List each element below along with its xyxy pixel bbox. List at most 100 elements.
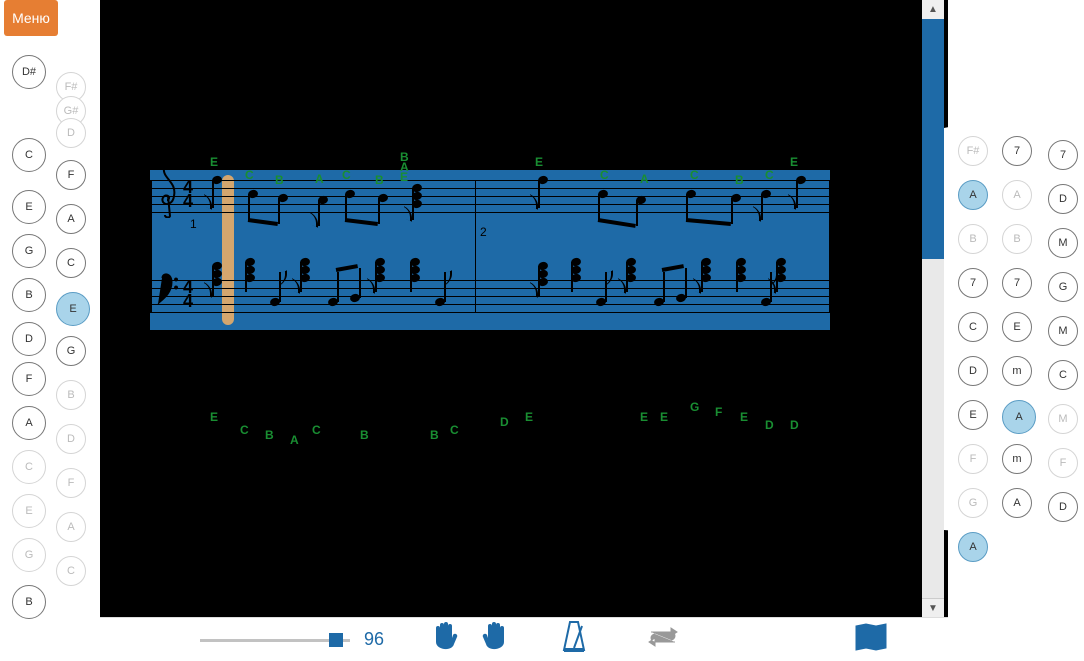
note-letter: B [265, 428, 274, 442]
note-letter: C [240, 423, 249, 437]
note-letter: D [765, 418, 774, 432]
left-hand-icon[interactable] [430, 620, 462, 659]
right-btn-0-1[interactable]: A [958, 180, 988, 210]
timesig-bottom: 4 [183, 294, 193, 308]
right-btn-0-2[interactable]: B [958, 224, 988, 254]
right-btn-0-6[interactable]: E [958, 400, 988, 430]
left-note-e[interactable]: E [12, 494, 46, 528]
note-letter: E [535, 155, 543, 169]
right-btn-1-8[interactable]: A [1002, 488, 1032, 518]
left-note-inner-b[interactable]: B [56, 380, 86, 410]
right-panel-bg [944, 0, 1084, 620]
left-note-d#[interactable]: D# [12, 55, 46, 89]
right-btn-2-6[interactable]: M [1048, 404, 1078, 434]
note-letter: C [765, 168, 774, 182]
barline [475, 180, 476, 312]
right-btn-0-0[interactable]: F# [958, 136, 988, 166]
left-note-g[interactable]: G [12, 234, 46, 268]
note-letter: E [790, 155, 798, 169]
note-letter: B [360, 428, 369, 442]
right-btn-1-2[interactable]: B [1002, 224, 1032, 254]
menu-button[interactable]: Меню [4, 0, 58, 36]
right-btn-2-8[interactable]: D [1048, 492, 1078, 522]
left-note-inner-d[interactable]: D [56, 118, 86, 148]
bass-timesig: 4 4 [183, 280, 193, 308]
note-letter: C [245, 168, 254, 182]
note-letter: G [690, 400, 699, 414]
right-btn-0-7[interactable]: F [958, 444, 988, 474]
left-note-f[interactable]: F [12, 362, 46, 396]
left-note-e[interactable]: E [12, 190, 46, 224]
note-letter: E [525, 410, 533, 424]
left-note-c[interactable]: C [12, 138, 46, 172]
note-letter: C [342, 168, 351, 182]
menu-label: Меню [12, 10, 50, 26]
scroll-up-button[interactable]: ▲ [922, 0, 944, 20]
right-btn-2-2[interactable]: M [1048, 228, 1078, 258]
left-note-inner-a[interactable]: A [56, 512, 86, 542]
note-letter: C [690, 168, 699, 182]
left-note-inner-c[interactable]: C [56, 248, 86, 278]
scroll-thumb[interactable] [922, 19, 944, 259]
left-note-inner-f[interactable]: F [56, 468, 86, 498]
note-letter: C [312, 423, 321, 437]
left-note-inner-d[interactable]: D [56, 424, 86, 454]
left-note-inner-a[interactable]: A [56, 204, 86, 234]
treble-clef-icon [156, 162, 182, 229]
note-letter: F [715, 405, 722, 419]
right-btn-0-8[interactable]: G [958, 488, 988, 518]
left-note-b[interactable]: B [12, 278, 46, 312]
slider-track [200, 639, 350, 642]
right-btn-0-9[interactable]: A [958, 532, 988, 562]
left-note-g[interactable]: G [12, 538, 46, 572]
left-note-d[interactable]: D [12, 322, 46, 356]
chevron-down-icon: ▼ [928, 603, 938, 614]
right-btn-2-3[interactable]: G [1048, 272, 1078, 302]
right-btn-1-6[interactable]: A [1002, 400, 1036, 434]
slider-thumb[interactable] [329, 633, 343, 647]
note-letter: D [790, 418, 799, 432]
measure-number: 2 [480, 225, 487, 239]
right-btn-0-3[interactable]: 7 [958, 268, 988, 298]
scroll-down-button[interactable]: ▼ [922, 598, 944, 618]
bass-clef-icon [156, 270, 182, 321]
right-btn-0-4[interactable]: C [958, 312, 988, 342]
right-btn-1-5[interactable]: m [1002, 356, 1032, 386]
right-btn-1-0[interactable]: 7 [1002, 136, 1032, 166]
left-note-b[interactable]: B [12, 585, 46, 619]
right-btn-1-7[interactable]: m [1002, 444, 1032, 474]
treble-timesig: 4 4 [183, 180, 193, 208]
loop-icon[interactable] [645, 624, 681, 655]
left-note-inner-e[interactable]: E [56, 292, 90, 326]
tempo-slider[interactable] [200, 635, 350, 645]
note-letter: B [275, 173, 284, 187]
left-note-inner-c[interactable]: C [56, 556, 86, 586]
right-btn-2-4[interactable]: M [1048, 316, 1078, 346]
note-letter: E [400, 170, 408, 184]
playback-cursor[interactable] [222, 175, 234, 325]
overview-icon[interactable] [854, 622, 888, 657]
left-note-a[interactable]: A [12, 406, 46, 440]
tempo-value: 96 [364, 629, 384, 650]
note-letter: B [375, 173, 384, 187]
right-btn-2-1[interactable]: D [1048, 184, 1078, 214]
right-btn-1-4[interactable]: E [1002, 312, 1032, 342]
left-note-c[interactable]: C [12, 450, 46, 484]
right-btn-0-5[interactable]: D [958, 356, 988, 386]
right-btn-1-1[interactable]: A [1002, 180, 1032, 210]
note-letter: D [500, 415, 509, 429]
left-note-inner-f[interactable]: F [56, 160, 86, 190]
note-letter: C [600, 168, 609, 182]
right-btn-2-5[interactable]: C [1048, 360, 1078, 390]
left-note-inner-g[interactable]: G [56, 336, 86, 366]
vertical-scrollbar[interactable]: ▲ ▼ [922, 0, 944, 618]
note-letter: E [740, 410, 748, 424]
chevron-up-icon: ▲ [928, 4, 938, 15]
timesig-bottom: 4 [183, 194, 193, 208]
right-btn-2-0[interactable]: 7 [1048, 140, 1078, 170]
metronome-icon[interactable] [560, 620, 588, 659]
right-hand-icon[interactable] [480, 620, 512, 659]
right-btn-1-3[interactable]: 7 [1002, 268, 1032, 298]
right-btn-2-7[interactable]: F [1048, 448, 1078, 478]
note-letter: E [210, 155, 218, 169]
